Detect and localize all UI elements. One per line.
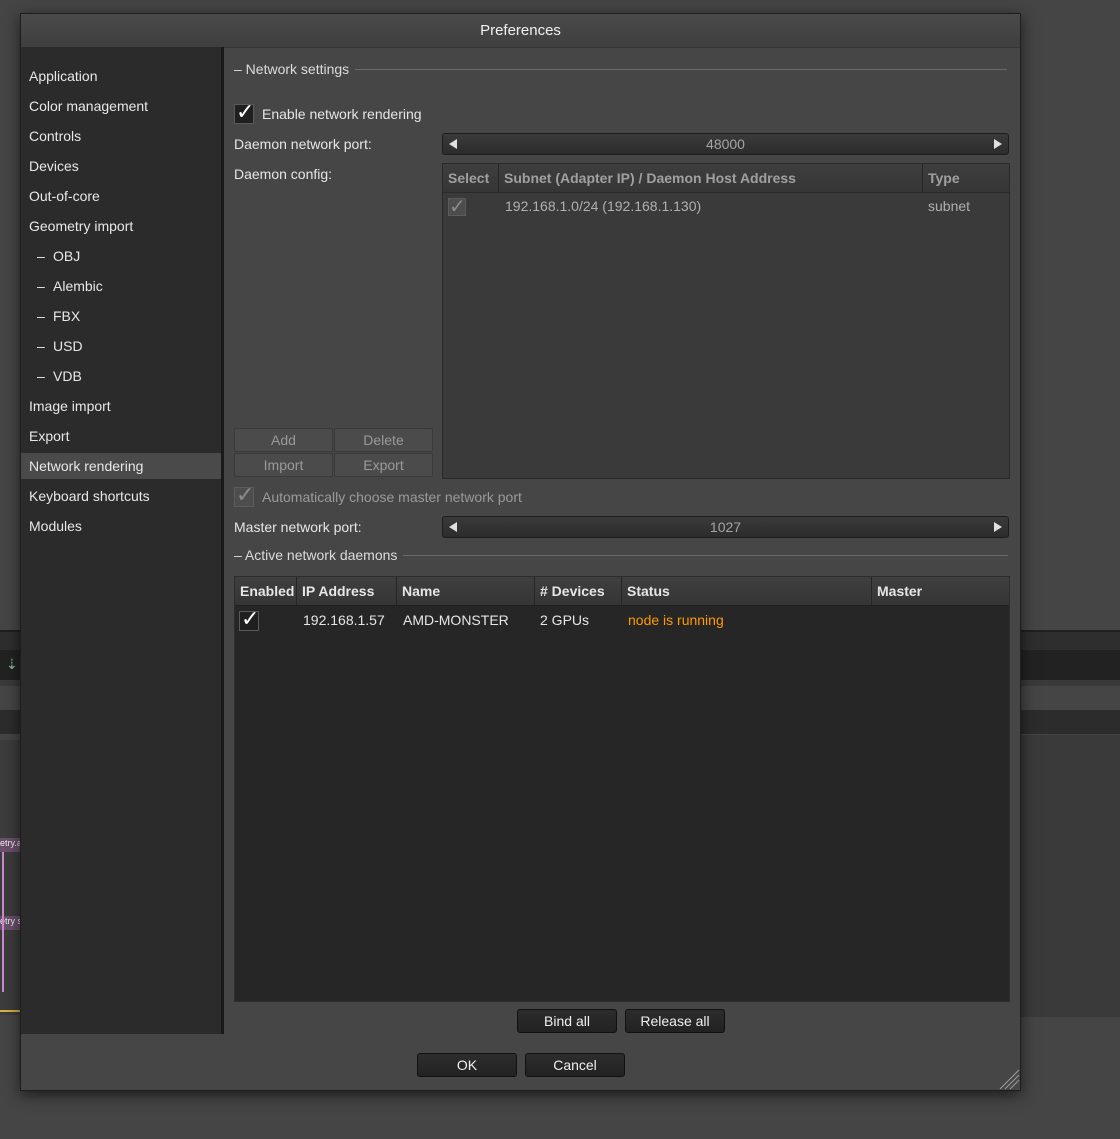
master-port-value: 1027 xyxy=(709,519,742,535)
sidebar-item-label: Image import xyxy=(29,398,111,414)
daemon-config-table: Select Subnet (Adapter IP) / Daemon Host… xyxy=(442,163,1010,479)
daemon-port-label: Daemon network port: xyxy=(234,136,372,152)
row-select-checkbox[interactable]: ✓ xyxy=(448,196,466,218)
sidebar-item-label: Export xyxy=(29,428,70,444)
column-header-devices[interactable]: # Devices xyxy=(535,577,622,605)
export-button[interactable]: Export xyxy=(334,453,433,477)
delete-button[interactable]: Delete xyxy=(334,428,433,452)
import-button[interactable]: Import xyxy=(234,453,333,477)
daemon-ip: 192.168.1.57 xyxy=(303,612,385,628)
sidebar-item-color-management[interactable]: Color management xyxy=(21,93,221,119)
add-button[interactable]: Add xyxy=(234,428,333,452)
sidebar-item-label: Application xyxy=(29,68,98,84)
sidebar-item-network-rendering[interactable]: Network rendering xyxy=(21,453,221,479)
daemon-port-value: 48000 xyxy=(706,136,745,152)
sidebar-item-label: OBJ xyxy=(53,248,81,264)
active-daemons-section: – Active network daemons xyxy=(234,547,1009,563)
sidebar-item-label: Alembic xyxy=(53,278,103,294)
tree-dash-icon: – xyxy=(37,368,45,384)
graph-wire xyxy=(0,1010,20,1012)
column-header-status[interactable]: Status xyxy=(622,577,872,605)
daemon-name: AMD-MONSTER xyxy=(403,612,509,628)
cancel-button[interactable]: Cancel xyxy=(525,1053,625,1077)
sidebar-item-vdb[interactable]: – VDB xyxy=(21,363,221,389)
node-graph-icon: ⇣ xyxy=(6,656,18,672)
sidebar-item-label: Geometry import xyxy=(29,218,134,234)
daemon-port-spinbox[interactable]: 48000 xyxy=(442,133,1009,155)
sidebar-item-controls[interactable]: Controls xyxy=(21,123,221,149)
sidebar-item-label: FBX xyxy=(53,308,81,324)
table-row[interactable]: ✓ 192.168.1.57 AMD-MONSTER 2 GPUs node i… xyxy=(235,606,1009,634)
sidebar-item-application[interactable]: Application xyxy=(21,63,221,89)
sidebar-item-label: Color management xyxy=(29,98,149,114)
column-header-ip[interactable]: IP Address xyxy=(297,577,397,605)
checkmark-icon: ✓ xyxy=(236,99,255,124)
sidebar-item-label: Keyboard shortcuts xyxy=(29,488,150,504)
daemon-config-label: Daemon config: xyxy=(234,166,333,182)
sidebar-item-label: Modules xyxy=(29,518,82,534)
sidebar-item-label: Out-of-core xyxy=(29,188,100,204)
graph-wire xyxy=(2,852,4,992)
sidebar-item-label: USD xyxy=(53,338,83,354)
daemon-devices: 2 GPUs xyxy=(540,612,590,628)
column-header-type[interactable]: Type xyxy=(923,164,1009,192)
sidebar-item-image-import[interactable]: Image import xyxy=(21,393,221,419)
preferences-dialog: Preferences Application Color management C… xyxy=(20,13,1021,1091)
column-header-enabled[interactable]: Enabled xyxy=(235,577,297,605)
column-header-master[interactable]: Master xyxy=(872,577,1009,605)
tree-dash-icon: – xyxy=(37,248,45,264)
sidebar-item-geometry-import[interactable]: Geometry import xyxy=(21,213,221,239)
sidebar-item-fbx[interactable]: – FBX xyxy=(21,303,221,329)
increment-arrow-icon[interactable] xyxy=(994,139,1002,149)
sidebar-item-label: Controls xyxy=(29,128,82,144)
row-address: 192.168.1.0/24 (192.168.1.130) xyxy=(505,198,702,214)
graph-node-label: etry.a xyxy=(0,838,20,852)
network-settings-section: – Network settings xyxy=(234,61,1008,77)
daemon-enabled-checkbox[interactable]: ✓ xyxy=(239,606,259,631)
release-all-button[interactable]: Release all xyxy=(625,1009,725,1033)
sidebar-item-export[interactable]: Export xyxy=(21,423,221,449)
sidebar-item-usd[interactable]: – USD xyxy=(21,333,221,359)
ok-button[interactable]: OK xyxy=(417,1053,517,1077)
auto-master-port-label: Automatically choose master network port xyxy=(262,489,522,505)
daemon-status: node is running xyxy=(628,612,724,628)
checkmark-icon: ✓ xyxy=(449,196,466,218)
column-header-select[interactable]: Select xyxy=(443,164,499,192)
master-port-label: Master network port: xyxy=(234,519,362,535)
sidebar-item-label: Network rendering xyxy=(29,458,144,474)
preferences-sidebar: Application Color management Controls Devic… xyxy=(21,47,224,1034)
section-title: – Network settings xyxy=(234,61,350,77)
enable-network-rendering-label: Enable network rendering xyxy=(262,106,422,122)
tree-dash-icon: – xyxy=(37,308,45,324)
sidebar-item-label: VDB xyxy=(53,368,82,384)
auto-master-port-checkbox[interactable]: ✓ xyxy=(234,482,254,507)
active-daemons-table: Enabled IP Address Name # Devices Status… xyxy=(234,576,1010,1002)
sidebar-item-out-of-core[interactable]: Out-of-core xyxy=(21,183,221,209)
column-header-address[interactable]: Subnet (Adapter IP) / Daemon Host Addres… xyxy=(499,164,923,192)
row-type: subnet xyxy=(928,198,971,214)
dialog-title: Preferences xyxy=(21,14,1020,48)
sidebar-item-keyboard-shortcuts[interactable]: Keyboard shortcuts xyxy=(21,483,221,509)
master-port-spinbox[interactable]: 1027 xyxy=(442,516,1009,538)
column-header-name[interactable]: Name xyxy=(397,577,535,605)
sidebar-item-alembic[interactable]: – Alembic xyxy=(21,273,221,299)
network-rendering-panel: – Network settings ✓ Enable network rend… xyxy=(224,47,1021,1034)
sidebar-item-modules[interactable]: Modules xyxy=(21,513,221,539)
checkmark-icon: ✓ xyxy=(236,482,255,507)
tree-dash-icon: – xyxy=(37,278,45,294)
sidebar-item-label: Devices xyxy=(29,158,79,174)
section-title: – Active network daemons xyxy=(234,547,398,563)
enable-network-rendering-checkbox[interactable]: ✓ xyxy=(234,99,254,124)
sidebar-item-devices[interactable]: Devices xyxy=(21,153,221,179)
increment-arrow-icon[interactable] xyxy=(994,522,1002,532)
checkmark-icon: ✓ xyxy=(241,606,260,631)
sidebar-item-obj[interactable]: – OBJ xyxy=(21,243,221,269)
table-row[interactable]: ✓ 192.168.1.0/24 (192.168.1.130) subnet xyxy=(443,193,1009,219)
bind-all-button[interactable]: Bind all xyxy=(517,1009,617,1033)
resize-grip-icon[interactable] xyxy=(998,1068,1020,1090)
tree-dash-icon: – xyxy=(37,338,45,354)
